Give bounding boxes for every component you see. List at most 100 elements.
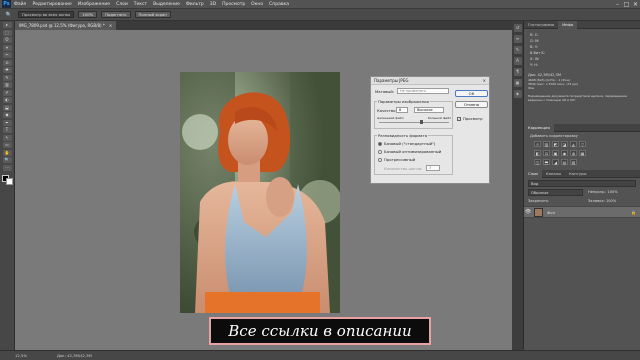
tool-icon-12[interactable]: ◆ [2, 112, 12, 118]
menu-item-8[interactable]: Просмотр [222, 2, 245, 7]
adjustment-icon[interactable]: ▨ [570, 159, 577, 165]
format-option-baseline[interactable]: Базовый ("стандартный") [378, 141, 435, 146]
document-tab[interactable]: IMG_7809.psd @ 12,5% (Фигура, RGB/8) * × [15, 21, 117, 30]
minimize-icon[interactable]: – [613, 1, 622, 8]
adjustment-icon[interactable]: ☼ [534, 141, 541, 147]
quality-input[interactable]: 8 [396, 107, 408, 113]
photoshop-logo: Ps [2, 0, 11, 8]
adjustment-icons-row-3: ◫ ⬒ ◢ ▤ ▨ [534, 159, 579, 165]
history-icon[interactable]: ↺ [513, 24, 522, 32]
option-fullscreen-button[interactable]: Полный экран [134, 11, 171, 18]
adjustment-icon[interactable]: ▽ [579, 141, 586, 147]
tool-icon-8[interactable]: ▥ [2, 82, 12, 88]
character-icon[interactable]: A [513, 57, 522, 65]
tool-icon-1[interactable]: ⬚ [2, 29, 12, 36]
adjustment-icon[interactable]: ▤ [561, 159, 568, 165]
cancel-button[interactable]: Отмена [455, 101, 488, 108]
tool-icon-6[interactable]: ✚ [2, 67, 12, 73]
adjustment-icon[interactable]: ◭ [570, 141, 577, 147]
maximize-icon[interactable]: □ [622, 1, 631, 8]
adjustment-icon[interactable]: ◪ [561, 141, 568, 147]
format-option-optimized[interactable]: Базовый оптимизированный [378, 149, 441, 154]
paragraph-icon[interactable]: ¶ [513, 68, 522, 76]
color-swatches[interactable] [1, 174, 13, 185]
adjustment-icon[interactable]: ◫ [534, 159, 541, 165]
quality-slider-track[interactable] [379, 122, 449, 123]
layer-kind-filter[interactable]: Вид [528, 180, 636, 187]
quality-level-select[interactable]: Высокое [414, 107, 444, 113]
properties-icon[interactable]: ≡ [513, 35, 522, 43]
tool-icon-10[interactable]: ◐ [2, 97, 12, 103]
tool-icon-16[interactable]: ▭ [2, 142, 12, 148]
info-hint: Перемещение документа посредством щелчка… [528, 94, 627, 102]
dialog-close-icon[interactable]: × [483, 77, 486, 85]
dialog-titlebar: Параметры JPEG × [371, 77, 489, 85]
option-fit-button[interactable]: Подогнать [101, 11, 131, 18]
menu-item-10[interactable]: Справка [269, 2, 289, 7]
tool-icon-4[interactable]: ✂ [2, 52, 12, 58]
tab-layers[interactable]: Слои [524, 169, 542, 178]
eye-icon[interactable]: 👁 [524, 209, 532, 215]
tool-icon-14[interactable]: T [2, 127, 12, 133]
menu-item-0[interactable]: Файл [14, 2, 26, 7]
ok-button[interactable]: ОК [455, 90, 488, 97]
tool-icon-5[interactable]: ⊘ [2, 59, 12, 66]
tool-icon-2[interactable]: ʘ [2, 37, 12, 43]
option-100-button[interactable]: 100% [78, 11, 98, 18]
menu-item-4[interactable]: Текст [134, 2, 147, 7]
adjustment-icon[interactable]: ◢ [552, 159, 559, 165]
document-image [180, 72, 340, 313]
zoom-tool-icon[interactable]: 🔍 [0, 12, 18, 18]
menu-item-7[interactable]: 3D [210, 2, 216, 7]
tab-channels[interactable]: Каналы [542, 170, 565, 178]
tool-icon-17[interactable]: ✋ [2, 149, 12, 156]
tool-icon-15[interactable]: ↖ [2, 134, 12, 141]
tab-histogram[interactable]: Гистограмма [524, 21, 558, 29]
preview-checkbox[interactable]: ✓ Просмотр [457, 116, 483, 121]
tab-paths[interactable]: Контуры [565, 170, 590, 178]
fill-field[interactable]: Заливка: 100% [588, 199, 616, 203]
option-checkbox-all-windows[interactable]: Просмотр во всех окнах [18, 11, 75, 18]
adjustment-icon[interactable]: ◩ [552, 141, 559, 147]
menu-item-9[interactable]: Окно [251, 2, 263, 7]
adjustment-icon[interactable]: ◧ [534, 150, 541, 156]
preview-checkbox-box[interactable]: ✓ [457, 117, 461, 121]
menu-item-6[interactable]: Фильтр [186, 2, 204, 7]
tab-adjustments[interactable]: Коррекция [524, 123, 554, 132]
blend-mode-select[interactable]: Обычные [528, 189, 583, 196]
info-row: B: Y: [530, 45, 538, 49]
tool-icon-7[interactable]: ✎ [2, 74, 12, 81]
matte-select[interactable]: Не применять [397, 88, 449, 94]
tool-icon-13[interactable]: ✒ [2, 119, 12, 126]
tool-icon-19[interactable]: ⋯ [2, 164, 12, 171]
adjustment-icon[interactable]: ▣ [552, 150, 559, 156]
window-controls: – □ ✕ [613, 1, 640, 8]
tab-info[interactable]: Инфо [558, 20, 578, 29]
adjustment-icon[interactable]: ◍ [570, 150, 577, 156]
quality-slider-thumb[interactable] [420, 120, 423, 124]
styles-icon[interactable]: ◈ [513, 90, 522, 98]
tool-icon-11[interactable]: ⬓ [2, 104, 12, 111]
scans-select[interactable]: 3 [426, 165, 440, 171]
layer-row-background[interactable]: 👁 Фон 🔒 [524, 206, 640, 218]
adjustment-icon[interactable]: ◉ [561, 150, 568, 156]
tool-icon-0[interactable]: ▸ [2, 22, 12, 28]
tool-icon-3[interactable]: ⌖ [2, 44, 12, 51]
menu-item-1[interactable]: Редактирование [32, 2, 71, 7]
tool-icon-9[interactable]: ✐ [2, 89, 12, 96]
adjustment-icon[interactable]: ▦ [579, 150, 586, 156]
menu-item-3[interactable]: Слои [116, 2, 128, 7]
close-tab-icon[interactable]: × [109, 21, 112, 30]
tool-icon-18[interactable]: 🔍 [2, 157, 12, 163]
format-option-progressive[interactable]: Прогрессивный [378, 157, 415, 162]
swatches-icon[interactable]: ▦ [513, 79, 522, 87]
adjustment-icon[interactable]: ▥ [543, 141, 550, 147]
opacity-field[interactable]: Непрозр.: 100% [588, 190, 618, 194]
brush-settings-icon[interactable]: ✎ [513, 46, 522, 54]
adjustment-icon[interactable]: ⚖ [543, 150, 550, 156]
zoom-readout[interactable]: 12,5% [15, 353, 37, 358]
menu-item-5[interactable]: Выделение [153, 2, 180, 7]
menu-item-2[interactable]: Изображение [78, 2, 110, 7]
adjustment-icon[interactable]: ⬒ [543, 159, 550, 165]
close-window-icon[interactable]: ✕ [631, 1, 640, 8]
